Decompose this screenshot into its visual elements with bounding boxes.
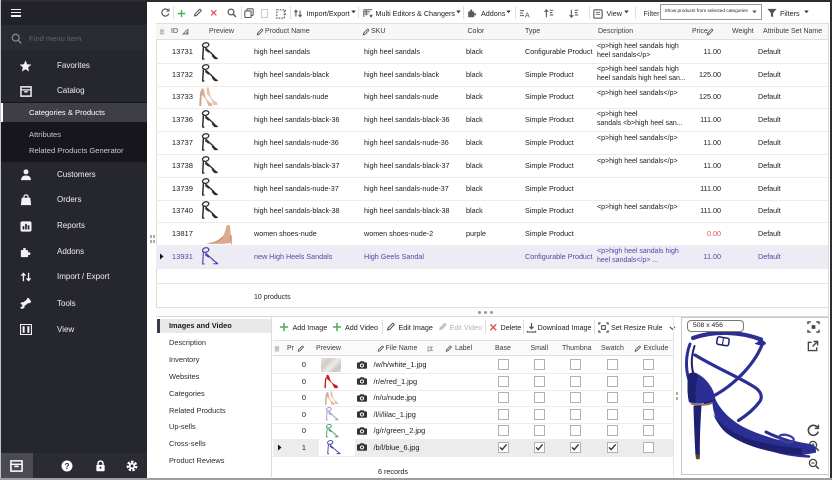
svg-text:A: A <box>525 10 530 18</box>
svg-text:?: ? <box>64 462 69 471</box>
